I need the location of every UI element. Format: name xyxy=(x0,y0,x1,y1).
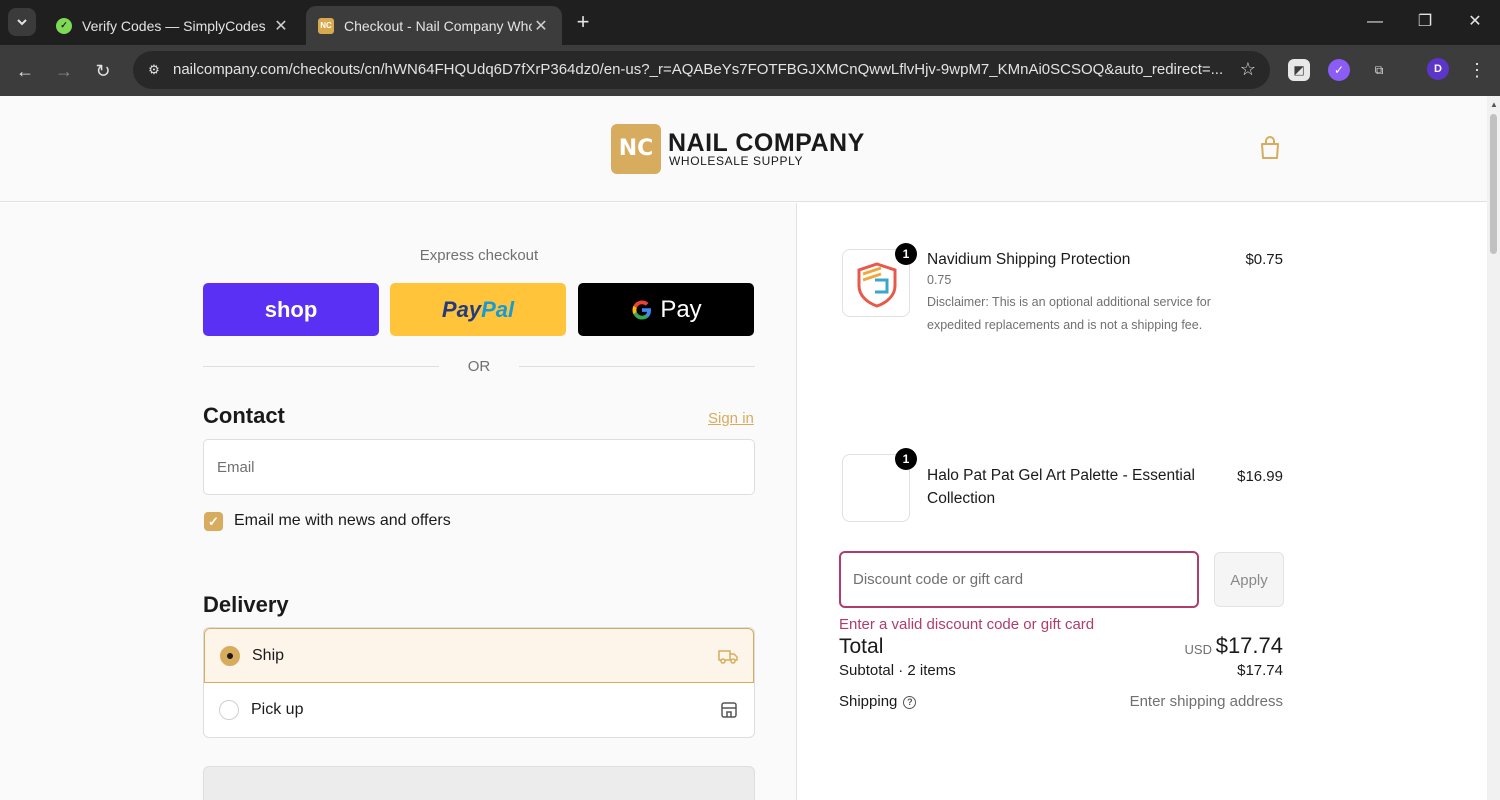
site-info-icon[interactable]: ⚙ xyxy=(142,58,166,82)
close-icon[interactable]: ✕ xyxy=(272,16,290,36)
discount-field-wrapper xyxy=(839,551,1199,608)
simplycodes-icon: ✓ xyxy=(56,17,72,34)
delivery-option-label: Pick up xyxy=(251,701,304,718)
delivery-heading: Delivery xyxy=(203,592,289,617)
browser-toolbar: ← → ↻ ⚙ nailcompany.com/checkouts/cn/hWN… xyxy=(0,45,1500,96)
newsletter-label: Email me with news and offers xyxy=(234,512,451,529)
paypal-label-pay: Pay xyxy=(441,296,482,322)
help-icon[interactable]: ? xyxy=(903,695,917,709)
apply-discount-button[interactable]: Apply xyxy=(1214,552,1284,607)
subtotal-value: $17.74 xyxy=(1237,662,1283,679)
delivery-options: Ship Pick up xyxy=(203,627,755,738)
item-price: $16.99 xyxy=(1237,468,1283,485)
google-pay-button[interactable]: Pay xyxy=(578,283,754,336)
address-bar[interactable]: ⚙ nailcompany.com/checkouts/cn/hWN64FHQU… xyxy=(133,51,1270,89)
close-icon[interactable]: ✕ xyxy=(532,16,550,36)
item-name: Navidium Shipping Protection xyxy=(927,251,1131,268)
or-divider: OR xyxy=(203,356,755,376)
new-tab-button[interactable]: + xyxy=(570,10,596,36)
shop-pay-button[interactable]: shop xyxy=(203,283,379,336)
email-field-wrapper xyxy=(203,439,755,495)
forward-button[interactable]: → xyxy=(50,57,78,85)
scroll-up-arrow[interactable]: ▲ xyxy=(1490,100,1498,109)
delivery-option-ship[interactable]: Ship xyxy=(204,628,754,683)
pickup-radio[interactable] xyxy=(219,700,239,720)
paypal-button[interactable]: Pay Pal xyxy=(390,283,566,336)
menu-icon[interactable]: ⋮ xyxy=(1466,59,1488,81)
order-summary-panel: 1 Navidium Shipping Protection $0.75 0.7… xyxy=(798,203,1487,800)
discount-code-input[interactable] xyxy=(839,551,1199,608)
checkout-form-panel: Express checkout shop Pay Pal Pay OR Cont… xyxy=(0,203,797,800)
puzzle-icon[interactable]: ⧉ xyxy=(1368,59,1390,81)
back-button[interactable]: ← xyxy=(11,57,39,85)
checkout-page: NC NAIL COMPANY WHOLESALE SUPPLY Express… xyxy=(0,96,1487,800)
shop-pay-label: shop xyxy=(264,296,318,322)
logo-mark[interactable]: NC xyxy=(611,124,661,174)
contact-heading: Contact xyxy=(203,403,285,428)
tab-checkout[interactable]: NC Checkout - Nail Company Whol ✕ xyxy=(306,6,562,45)
bookmark-star-icon[interactable]: ☆ xyxy=(1240,59,1256,80)
extension-icon[interactable]: ◩ xyxy=(1288,59,1310,81)
delivery-option-pickup[interactable]: Pick up xyxy=(204,683,754,737)
item-variant: 0.75 xyxy=(927,273,952,287)
google-pay-label: Pay xyxy=(660,295,702,323)
store-icon xyxy=(721,702,737,718)
quantity-badge: 1 xyxy=(895,448,917,470)
newsletter-checkbox[interactable]: ✓ xyxy=(204,512,223,531)
email-field[interactable] xyxy=(203,439,755,495)
payment-section-preview xyxy=(203,766,755,800)
restore-button[interactable]: ❐ xyxy=(1405,8,1445,36)
close-window-button[interactable]: ✕ xyxy=(1455,8,1495,36)
simplycodes-extension-icon[interactable]: ✓ xyxy=(1328,59,1350,81)
tab-title: Checkout - Nail Company Whol xyxy=(344,17,532,34)
discount-error-message: Enter a valid discount code or gift card xyxy=(839,616,1095,633)
store-header: NC NAIL COMPANY WHOLESALE SUPPLY xyxy=(0,96,1487,202)
tab-title: Verify Codes — SimplyCodes xyxy=(82,17,266,34)
shipping-row: Shipping? xyxy=(839,693,917,710)
url-text[interactable]: nailcompany.com/checkouts/cn/hWN64FHQUdq… xyxy=(173,61,1223,78)
item-price: $0.75 xyxy=(1245,251,1283,268)
shipping-label: Shipping xyxy=(839,693,898,710)
page-scrollbar[interactable]: ▲ xyxy=(1487,96,1500,800)
logo-subtitle: WHOLESALE SUPPLY xyxy=(669,154,804,168)
item-name: Halo Pat Pat Gel Art Palette - Essential… xyxy=(927,467,1195,507)
total-currency: USD xyxy=(1184,642,1212,657)
truck-icon xyxy=(718,650,738,664)
ship-radio[interactable] xyxy=(220,646,240,666)
browser-tab-bar: ✓ Verify Codes — SimplyCodes ✕ NC Checko… xyxy=(0,0,1500,45)
total-value: $17.74 xyxy=(1215,633,1283,658)
shopping-bag-icon[interactable] xyxy=(1259,136,1281,160)
google-g-icon xyxy=(632,300,652,319)
reload-button[interactable]: ↻ xyxy=(89,57,117,85)
chevron-down-icon xyxy=(17,19,27,26)
express-checkout-label: Express checkout xyxy=(419,247,539,264)
sign-in-link[interactable]: Sign in xyxy=(708,410,754,427)
minimize-button[interactable]: — xyxy=(1355,8,1395,36)
tab-verify-codes[interactable]: ✓ Verify Codes — SimplyCodes ✕ xyxy=(44,6,302,45)
item-disclaimer: Disclaimer: This is an optional addition… xyxy=(927,295,1211,332)
quantity-badge: 1 xyxy=(895,243,917,265)
divider-line xyxy=(519,366,755,367)
delivery-option-label: Ship xyxy=(252,647,285,664)
shipping-value: Enter shipping address xyxy=(1129,693,1283,710)
tab-search-button[interactable] xyxy=(8,8,36,36)
paypal-label-pal: Pal xyxy=(481,296,515,322)
subtotal-label: Subtotal · 2 items xyxy=(839,662,956,679)
profile-avatar[interactable]: D xyxy=(1427,58,1449,80)
scrollbar-thumb[interactable] xyxy=(1490,114,1497,254)
total-label: Total xyxy=(839,635,884,658)
nail-company-favicon: NC xyxy=(318,17,334,34)
